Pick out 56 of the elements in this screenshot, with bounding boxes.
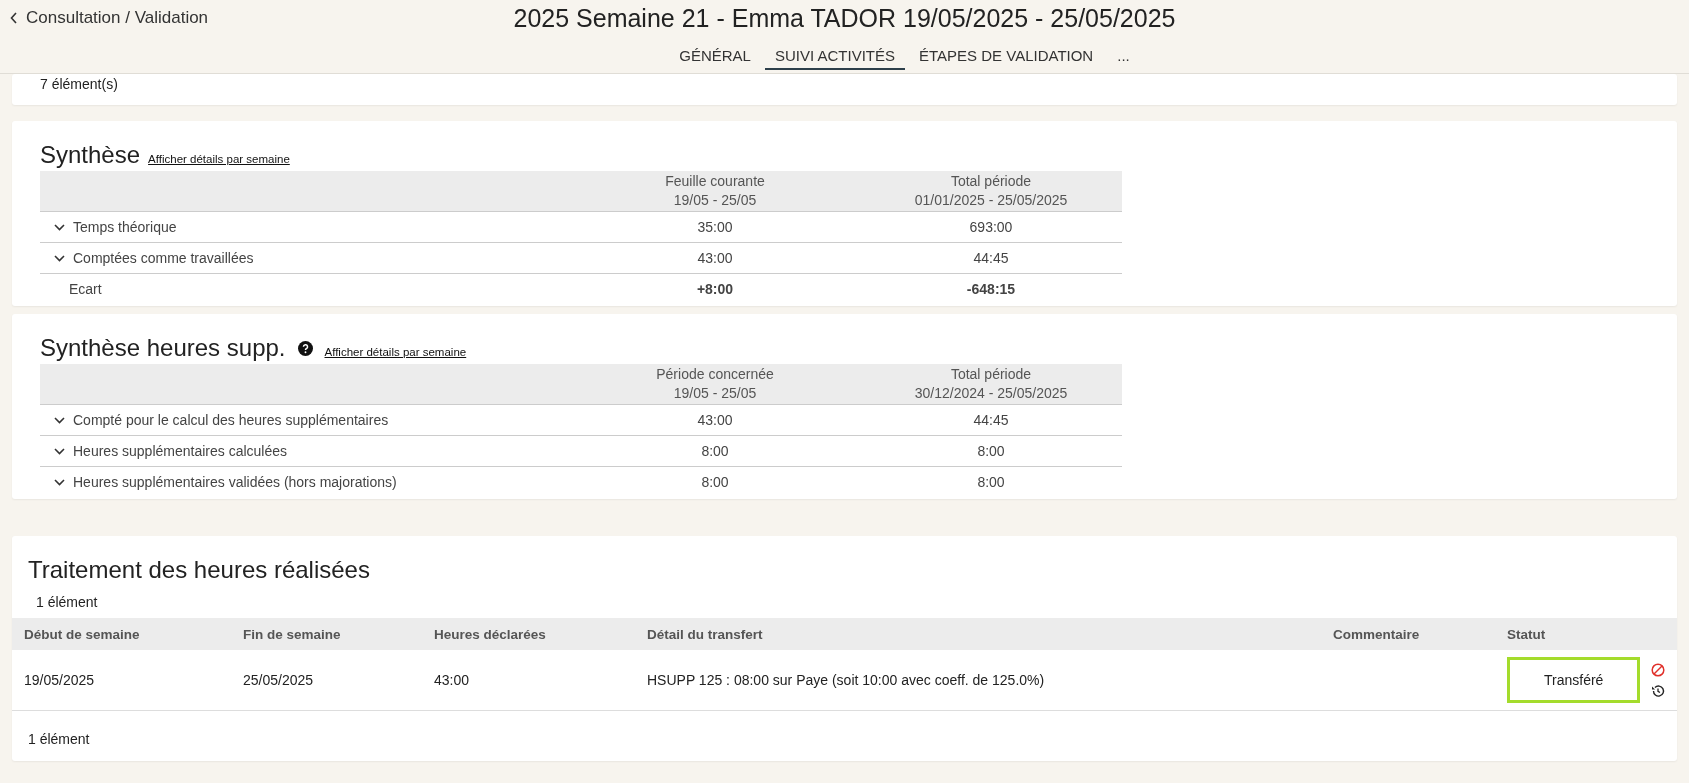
table-cell-text: 43:00: [696, 412, 734, 428]
row-label: Comptées comme travaillées: [73, 250, 254, 266]
tab[interactable]: SUIVI ACTIVITÉS: [764, 42, 905, 70]
status-cell[interactable]: Transféré: [1507, 657, 1641, 703]
section-title: Traitement des heures réalisées: [27, 556, 371, 584]
item-count: 7 élément(s): [40, 76, 118, 92]
column-header: Début de semaine: [23, 626, 141, 642]
table-cell-text: +8:00: [695, 281, 735, 297]
row-label: Compté pour le calcul des heures supplémentaires: [73, 412, 389, 428]
column-header: Période concernée 19/05 - 25/05: [655, 365, 775, 403]
chevron-left-icon: [10, 12, 18, 24]
table-cell-text: 43:00: [696, 250, 734, 266]
table-cell-text: HSUPP 125 : 08:00 sur Paye (soit 10:00 avec coeff. de 125.0%): [647, 672, 1046, 688]
section-title: Synthèse: [40, 141, 141, 169]
chevron-down-icon[interactable]: [54, 416, 65, 424]
column-header: Total période 30/12/2024 - 25/05/2025: [913, 365, 1069, 403]
table-cell-text: 35:00: [696, 219, 734, 235]
chevron-down-icon[interactable]: [54, 447, 65, 455]
table-cell-text: 8:00: [976, 474, 1006, 490]
section-title: Synthèse heures supp.: [40, 334, 286, 362]
row-label: Heures supplémentaires validées (hors majorations): [73, 474, 397, 490]
details-link[interactable]: Afficher détails par semaine: [324, 346, 467, 358]
column-header: Détail du transfert: [647, 626, 764, 642]
table-cell-text: 19/05/2025: [23, 672, 96, 688]
chevron-down-icon[interactable]: [54, 478, 65, 486]
table-cell-text: 8:00: [700, 443, 730, 459]
table-cell-text: -648:15: [965, 281, 1017, 297]
column-header: Fin de semaine: [243, 626, 342, 642]
table-cell-text: 44:45: [972, 412, 1010, 428]
table-cell-text: 43:00: [434, 672, 471, 688]
cancel-icon[interactable]: [1651, 662, 1665, 677]
row-label: Temps théorique: [73, 219, 177, 235]
column-header: Heures déclarées: [434, 626, 547, 642]
tab[interactable]: GÉNÉRAL: [669, 42, 761, 70]
row-label: Heures supplémentaires calculées: [73, 443, 287, 459]
details-link[interactable]: Afficher détails par semaine: [148, 153, 290, 165]
column-header: Statut: [1507, 626, 1547, 642]
column-header: Feuille courante 19/05 - 25/05: [664, 172, 766, 210]
row-label: Ecart: [68, 281, 102, 297]
column-header: Total période 01/01/2025 - 25/05/2025: [913, 172, 1069, 210]
table-cell-text: 693:00: [968, 219, 1014, 235]
tab[interactable]: ...: [1107, 42, 1140, 70]
table-cell-text: 8:00: [976, 443, 1006, 459]
page-title: 2025 Semaine 21 - Emma TADOR 19/05/2025 - 25/05/2025: [513, 3, 1176, 33]
table-cell-text: 25/05/2025: [243, 672, 315, 688]
item-count: 1 élément: [27, 730, 91, 747]
item-count: 1 élément: [35, 593, 99, 612]
back-link[interactable]: Consultation / Validation: [10, 8, 209, 28]
tab[interactable]: ÉTAPES DE VALIDATION: [909, 42, 1104, 70]
table-cell-text: 44:45: [972, 250, 1010, 266]
help-icon[interactable]: [297, 340, 313, 356]
chevron-down-icon[interactable]: [54, 223, 65, 231]
column-header: Commentaire: [1333, 626, 1421, 642]
history-icon[interactable]: [1651, 683, 1665, 698]
chevron-down-icon[interactable]: [54, 254, 65, 262]
table-cell-text: 8:00: [700, 474, 730, 490]
